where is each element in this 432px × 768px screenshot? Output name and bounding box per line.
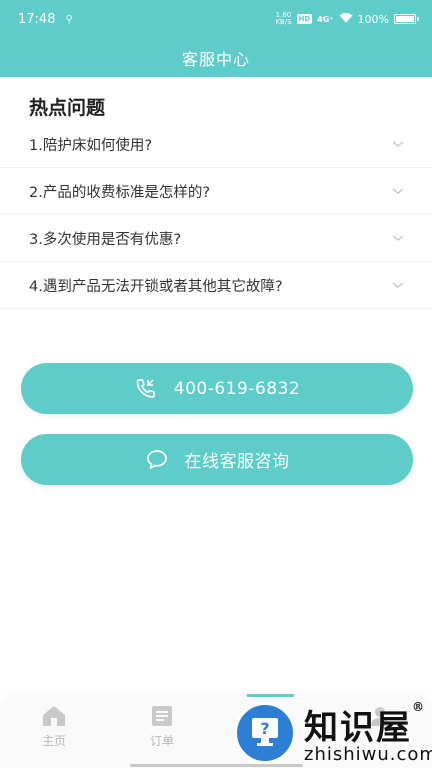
active-tab-indicator — [247, 694, 294, 697]
wifi-icon — [339, 12, 353, 26]
tab-home[interactable]: 主页 — [24, 704, 84, 749]
tab-home-label: 主页 — [41, 734, 66, 748]
chat-bubble-icon — [146, 449, 167, 469]
tab-order-label: 订单 — [149, 734, 174, 748]
net-speed: 1.60 KB/S — [275, 11, 292, 26]
battery-percent: 100% — [357, 12, 389, 26]
faq-item[interactable]: 3.多次使用是否有优惠? — [0, 215, 432, 262]
home-icon — [43, 706, 65, 726]
faq-section: 热点问题 1.陪护床如何使用? 2.产品的收费标准是怎样的? 3.多次使用是否有… — [0, 77, 432, 309]
status-bar: 17:48 ⚲ 1.60 KB/S HD 4G⁺ 100% — [0, 0, 432, 38]
watermark-domain: zhishiwu.com — [304, 744, 432, 765]
status-time: 17:48 — [18, 11, 56, 27]
order-list-icon — [152, 706, 172, 726]
faq-question: 2.产品的收费标准是怎样的? — [29, 184, 211, 201]
faq-item[interactable]: 1.陪护床如何使用? — [0, 121, 432, 168]
faq-question: 3.多次使用是否有优惠? — [29, 231, 182, 248]
tab-order[interactable]: 订单 — [132, 704, 192, 749]
call-hotline-button[interactable]: 400-619-6832 — [21, 363, 413, 414]
faq-question: 4.遇到产品无法开锁或者其他其它故障? — [29, 278, 283, 295]
phone-call-icon — [136, 378, 155, 398]
watermark-logo-icon: ? — [234, 702, 296, 764]
usb-icon: ⚲ — [65, 13, 73, 25]
hd-badge: HD — [296, 14, 313, 24]
faq-question: 1.陪护床如何使用? — [29, 137, 153, 154]
chevron-down-icon — [392, 141, 404, 147]
faq-heading: 热点问题 — [29, 97, 106, 119]
faq-item[interactable]: 4.遇到产品无法开锁或者其他其它故障? — [0, 262, 432, 309]
cellular-signal: 4G⁺ — [317, 14, 334, 24]
watermark: ? 知识屋® zhishiwu.com — [234, 700, 432, 768]
chevron-down-icon — [392, 188, 404, 194]
page-title: 客服中心 — [181, 49, 250, 69]
online-service-button[interactable]: 在线客服咨询 — [21, 434, 413, 485]
chevron-down-icon — [392, 235, 404, 241]
svg-text:?: ? — [260, 719, 269, 738]
chevron-down-icon — [392, 282, 404, 288]
hotline-number: 400-619-6832 — [173, 378, 301, 399]
online-service-label: 在线客服咨询 — [184, 452, 290, 472]
header: 17:48 ⚲ 1.60 KB/S HD 4G⁺ 100% 客服中心 — [0, 0, 432, 77]
battery-icon — [394, 14, 419, 24]
faq-item[interactable]: 2.产品的收费标准是怎样的? — [0, 168, 432, 215]
watermark-title: 知识屋® — [304, 700, 426, 748]
